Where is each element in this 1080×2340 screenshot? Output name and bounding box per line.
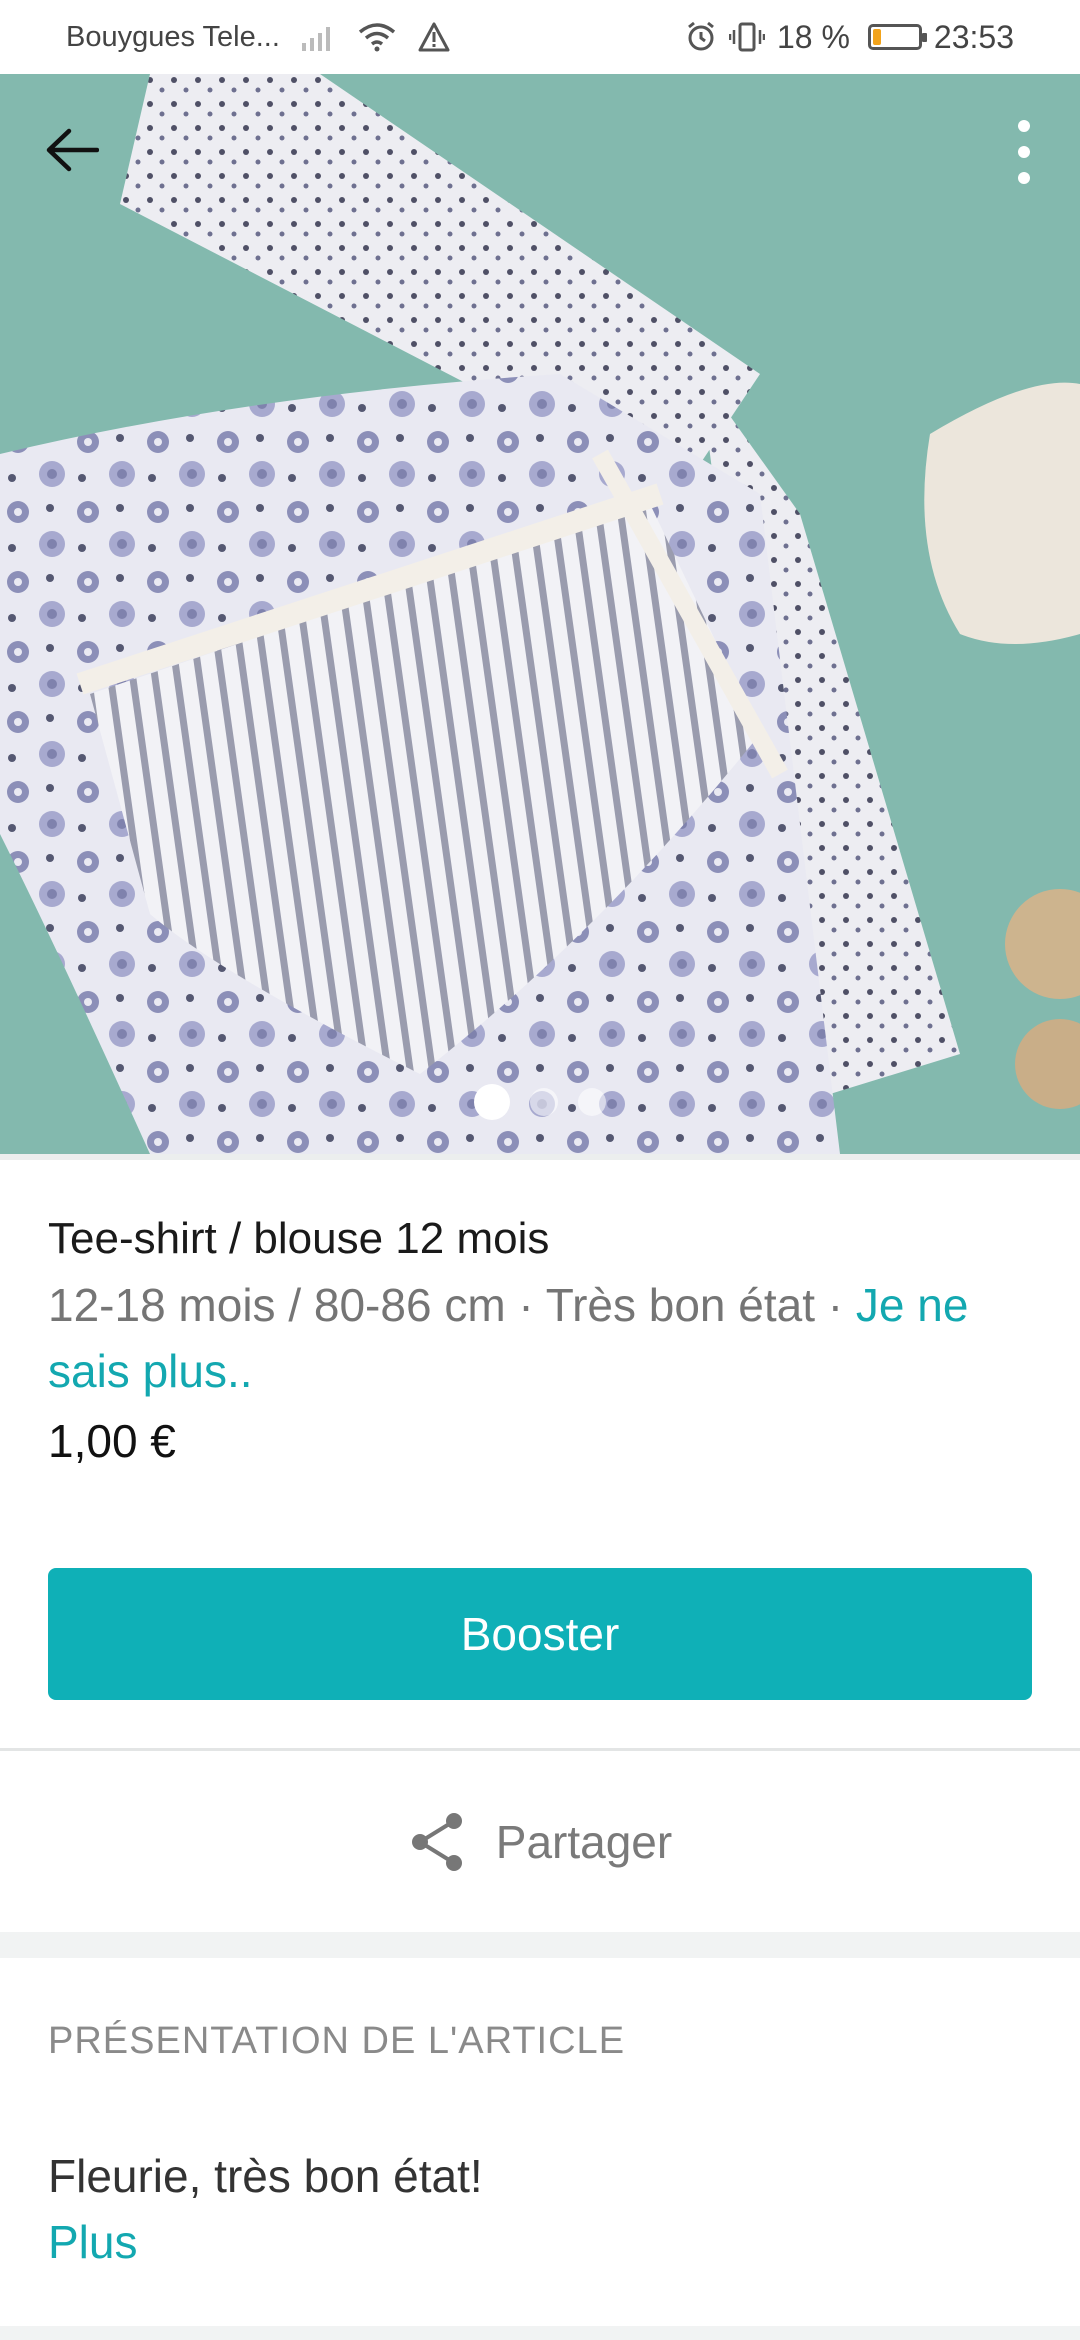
bottom-separator (0, 2326, 1080, 2340)
warning-icon (418, 22, 450, 52)
item-meta: 12-18 mois / 80-86 cm · Très bon état · … (48, 1272, 1038, 1404)
share-button[interactable]: Partager (0, 1752, 1080, 1932)
status-bar: Bouygues Tele... 18 % 23:53 (0, 0, 1080, 74)
wifi-icon (358, 22, 396, 52)
battery-icon (867, 24, 927, 50)
item-details: 12-18 mois / 80-86 cm · Très bon état · (48, 1279, 856, 1331)
battery-level (872, 29, 881, 45)
item-title: Tee-shirt / blouse 12 mois (48, 1214, 550, 1263)
section-separator (0, 1932, 1080, 1958)
carousel-dot[interactable] (474, 1084, 510, 1120)
booster-button[interactable]: Booster (48, 1568, 1032, 1700)
vibrate-icon (728, 21, 765, 53)
signal-icon (301, 23, 336, 51)
carousel-indicator (0, 1084, 1080, 1120)
image-divider (0, 1154, 1080, 1160)
item-info: Tee-shirt / blouse 12 mois 12-18 mois / … (48, 1210, 1038, 1468)
product-photo (0, 74, 1080, 1154)
item-presentation: PRÉSENTATION DE L'ARTICLE Fleurie, très … (48, 2020, 1038, 2269)
item-price: 1,00 € (48, 1415, 176, 1467)
more-link[interactable]: Plus (48, 2215, 1038, 2269)
product-image-carousel[interactable] (0, 74, 1080, 1154)
clock: 23:53 (933, 18, 1014, 55)
share-label: Partager (495, 1816, 673, 1868)
carousel-dot[interactable] (530, 1088, 558, 1116)
carousel-dot[interactable] (578, 1088, 606, 1116)
carrier-name: Bouygues Tele... (66, 20, 280, 53)
more-vertical-icon (1018, 120, 1030, 184)
item-description: Fleurie, très bon état! (48, 2150, 483, 2202)
arrow-left-icon (46, 128, 99, 172)
more-options-button[interactable] (994, 112, 1054, 192)
section-title: PRÉSENTATION DE L'ARTICLE (48, 2020, 626, 2062)
divider (0, 1748, 1080, 1751)
alarm-icon (685, 21, 717, 53)
share-icon (411, 1813, 462, 1871)
back-button[interactable] (34, 112, 110, 188)
battery-percent: 18 % (776, 18, 850, 55)
